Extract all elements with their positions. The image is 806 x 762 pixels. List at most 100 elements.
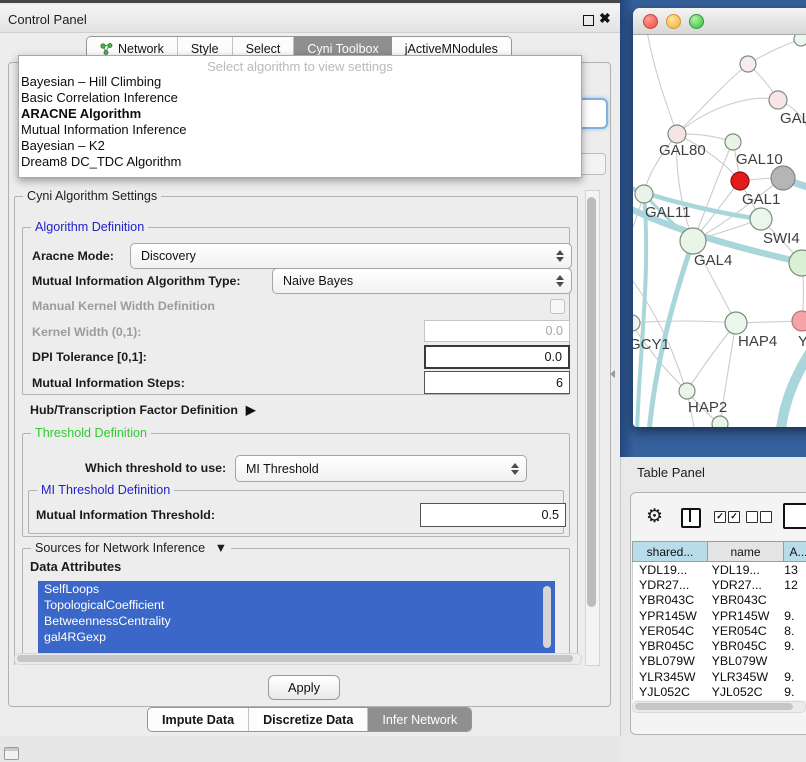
hub-definition-toggle[interactable]: Hub/Transcription Factor Definition▶ bbox=[30, 402, 255, 417]
combo-stepper-icon bbox=[551, 275, 569, 287]
network-window[interactable]: GAL GAL80 GAL10 GAL11 GAL1 SWI4 GAL4 GCY… bbox=[633, 8, 806, 427]
table-row[interactable]: YDL19...YDL19...13 bbox=[633, 562, 806, 577]
network-node-swi4[interactable] bbox=[789, 250, 806, 276]
dpi-tolerance-field[interactable]: 0.0 bbox=[424, 345, 570, 369]
network-node-label: SWI4 bbox=[763, 230, 800, 247]
network-node-label: GAL1 bbox=[742, 191, 780, 208]
settings-scroll-viewport: Cyni Algorithm Settings Algorithm Defini… bbox=[12, 189, 584, 665]
menu-item[interactable]: Basic Correlation Inference bbox=[19, 90, 581, 106]
network-node-gal4[interactable] bbox=[680, 228, 706, 254]
horizontal-scrollbar-thumb[interactable] bbox=[17, 655, 573, 662]
checked-checkbox-icon[interactable]: ✓ bbox=[728, 511, 740, 523]
network-canvas[interactable]: GAL GAL80 GAL10 GAL11 GAL1 SWI4 GAL4 GCY… bbox=[633, 35, 806, 427]
unchecked-checkbox-icon[interactable] bbox=[760, 511, 772, 523]
list-scrollbar-thumb[interactable] bbox=[543, 586, 551, 648]
column-header-shared-name[interactable]: shared... bbox=[632, 541, 708, 562]
zoom-traffic-light[interactable] bbox=[689, 14, 704, 29]
data-attributes-label: Data Attributes bbox=[30, 559, 121, 574]
sources-title[interactable]: Sources for Network Inference ▼ bbox=[31, 541, 231, 555]
gear-icon[interactable]: ⚙ bbox=[646, 505, 663, 528]
dpi-tolerance-label: DPI Tolerance [0,1]: bbox=[32, 350, 147, 364]
new-column-icon[interactable] bbox=[783, 503, 806, 529]
network-node-gcy1[interactable] bbox=[633, 315, 640, 331]
list-item[interactable]: TopologicalCoefficient bbox=[38, 597, 555, 613]
splitter-collapse-icon[interactable] bbox=[610, 370, 615, 378]
columns-icon[interactable] bbox=[681, 508, 701, 528]
network-node-pink[interactable] bbox=[792, 311, 806, 331]
table-row[interactable]: YER054CYER054C8. bbox=[633, 623, 806, 638]
menu-item[interactable]: Dream8 DC_TDC Algorithm bbox=[19, 154, 581, 170]
cell: 9. bbox=[778, 685, 806, 699]
cell: YDL19... bbox=[706, 563, 779, 577]
close-icon[interactable]: ✖ bbox=[599, 10, 611, 27]
tab-impute-data[interactable]: Impute Data bbox=[148, 708, 249, 731]
table-row[interactable]: YPR145WYPR145W9. bbox=[633, 608, 806, 623]
settings-vscrollbar-thumb[interactable] bbox=[587, 197, 596, 607]
settings-vscrollbar[interactable] bbox=[585, 190, 600, 666]
table-row[interactable]: YJL052CYJL052C9. bbox=[633, 684, 806, 699]
menu-item[interactable]: Bayesian – K2 bbox=[19, 138, 581, 154]
mi-steps-field[interactable]: 6 bbox=[424, 371, 570, 394]
table-hscrollbar[interactable] bbox=[632, 701, 806, 713]
cell: YER054C bbox=[633, 624, 706, 638]
aracne-mode-combobox[interactable]: Discovery bbox=[130, 243, 572, 269]
network-node[interactable] bbox=[740, 56, 756, 72]
network-node[interactable] bbox=[794, 35, 806, 46]
float-window-icon[interactable] bbox=[583, 15, 594, 26]
mi-threshold-field[interactable]: 0.5 bbox=[420, 503, 566, 527]
tab-impute-data-label: Impute Data bbox=[162, 713, 234, 727]
network-node[interactable] bbox=[712, 416, 728, 427]
unchecked-checkbox-icon[interactable] bbox=[746, 511, 758, 523]
network-node-gal1[interactable] bbox=[750, 208, 772, 230]
close-traffic-light[interactable] bbox=[643, 14, 658, 29]
list-item[interactable]: SelfLoops bbox=[38, 581, 555, 597]
column-header-name[interactable]: name bbox=[708, 541, 784, 562]
hub-definition-label: Hub/Transcription Factor Definition bbox=[30, 403, 238, 417]
which-threshold-combobox[interactable]: MI Threshold bbox=[235, 455, 527, 482]
network-node-label: GCY1 bbox=[633, 336, 670, 353]
tab-network-label: Network bbox=[118, 42, 164, 56]
cell: 9. bbox=[778, 609, 806, 623]
column-header-partial[interactable]: A... bbox=[784, 541, 806, 562]
cell: YPR145W bbox=[706, 609, 779, 623]
table-rows: YDL19...YDL19...13 YDR27...YDR27...12 YB… bbox=[632, 562, 806, 700]
table-row[interactable]: YBL079WYBL079W bbox=[633, 654, 806, 669]
table-row[interactable]: YLR345WYLR345W9. bbox=[633, 669, 806, 684]
minimized-window-icon[interactable] bbox=[4, 747, 19, 760]
menu-item[interactable]: Bayesian – Hill Climbing bbox=[19, 74, 581, 90]
bottom-strip bbox=[0, 736, 620, 762]
table-row[interactable]: YDR27...YDR27...12 bbox=[633, 577, 806, 592]
minimize-traffic-light[interactable] bbox=[666, 14, 681, 29]
table-row[interactable]: YBR045CYBR045C9. bbox=[633, 638, 806, 653]
kernel-width-field[interactable]: 0.0 bbox=[424, 320, 570, 342]
table-row[interactable]: YBR043CYBR043C bbox=[633, 593, 806, 608]
threshold-definition-title: Threshold Definition bbox=[31, 426, 151, 440]
aracne-mode-value: Discovery bbox=[131, 249, 551, 263]
network-window-titlebar[interactable] bbox=[633, 8, 806, 35]
network-node-gal11[interactable] bbox=[635, 185, 653, 203]
tab-infer-network[interactable]: Infer Network bbox=[368, 708, 471, 731]
network-node-label: GAL4 bbox=[694, 252, 732, 269]
network-node-gray[interactable] bbox=[771, 166, 795, 190]
network-node-hap4[interactable] bbox=[725, 312, 747, 334]
data-attributes-list[interactable]: SelfLoops TopologicalCoefficient Between… bbox=[38, 581, 555, 653]
cell: YBL079W bbox=[706, 654, 779, 668]
menu-item-selected[interactable]: ARACNE Algorithm bbox=[19, 106, 581, 122]
network-node[interactable] bbox=[769, 91, 787, 109]
network-node-selected-red[interactable] bbox=[731, 172, 749, 190]
checked-checkbox-icon[interactable]: ✓ bbox=[714, 511, 726, 523]
mi-type-combobox[interactable]: Naive Bayes bbox=[272, 268, 572, 294]
menu-item[interactable]: Mutual Information Inference bbox=[19, 122, 581, 138]
mi-steps-label: Mutual Information Steps: bbox=[32, 376, 185, 390]
network-node-hap2[interactable] bbox=[679, 383, 695, 399]
list-item[interactable]: gal4RGexp bbox=[38, 629, 555, 645]
mi-threshold-label: Mutual Information Threshold: bbox=[36, 508, 215, 522]
network-node-gal10[interactable] bbox=[725, 134, 741, 150]
horizontal-scrollbar[interactable] bbox=[14, 653, 582, 665]
network-node-gal80[interactable] bbox=[668, 125, 686, 143]
list-item[interactable]: BetweennessCentrality bbox=[38, 613, 555, 629]
apply-button[interactable]: Apply bbox=[268, 675, 340, 700]
manual-kernel-checkbox[interactable] bbox=[550, 299, 565, 314]
table-hscrollbar-thumb[interactable] bbox=[635, 703, 793, 710]
tab-discretize-data[interactable]: Discretize Data bbox=[249, 708, 368, 731]
